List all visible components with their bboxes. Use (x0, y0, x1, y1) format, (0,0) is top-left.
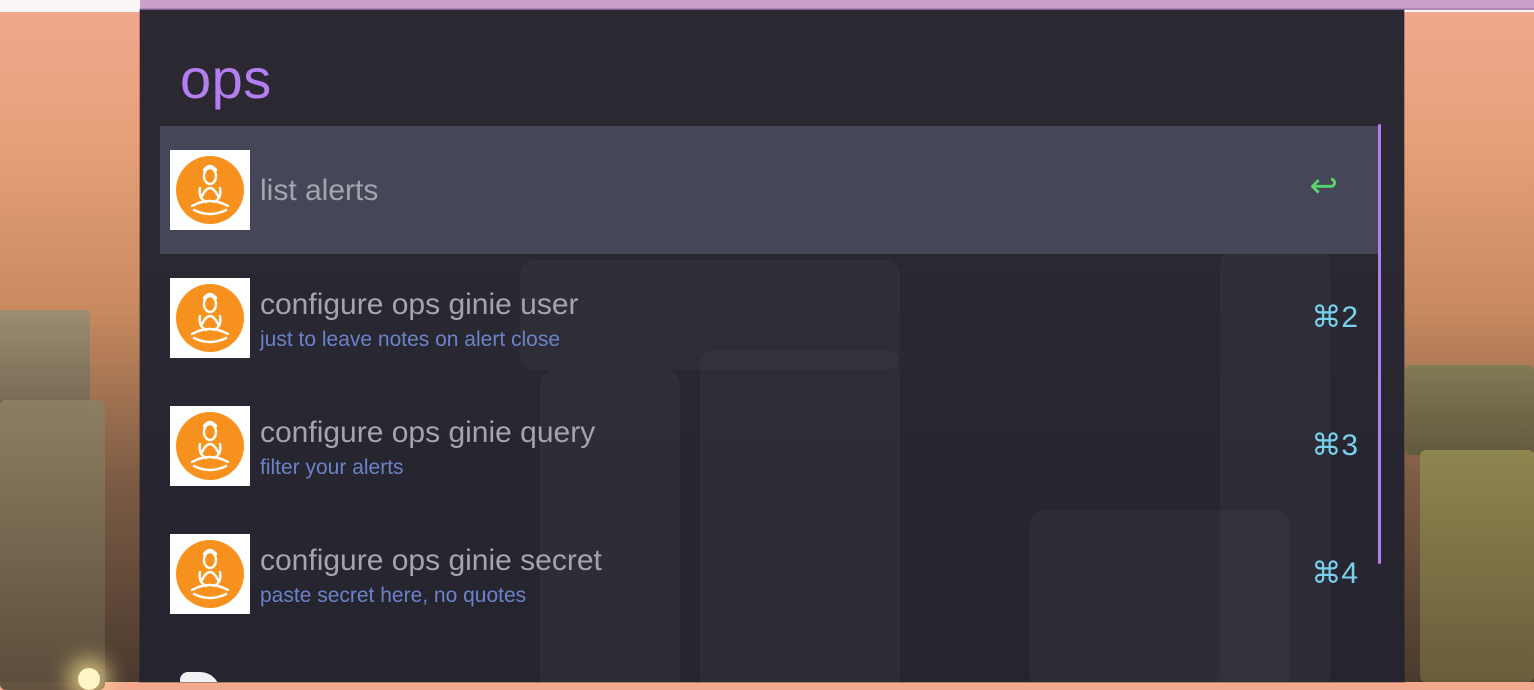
background-sun (78, 668, 100, 690)
shortcut-label: ⌘3 (1311, 429, 1358, 462)
result-row-list-alerts[interactable]: list alerts ↩ (160, 126, 1380, 254)
scrollbar[interactable] (1378, 124, 1381, 564)
results-list: list alerts ↩ configure ops ginie user j… (160, 126, 1380, 638)
result-row-configure-query[interactable]: configure ops ginie query filter your al… (160, 382, 1380, 510)
ops-genie-logo-icon (170, 534, 250, 614)
result-row-configure-secret[interactable]: configure ops ginie secret paste secret … (160, 510, 1380, 638)
launcher-panel: ops list alerts ↩ configure ops ginie us… (140, 10, 1404, 682)
result-subtitle: just to leave notes on alert close (260, 328, 561, 351)
background-stone (0, 400, 105, 690)
result-title: list alerts (260, 174, 379, 207)
result-subtitle: filter your alerts (260, 456, 404, 479)
shortcut-label: ⌘2 (1311, 301, 1358, 334)
result-subtitle: paste secret here, no quotes (260, 584, 527, 607)
result-row-configure-user[interactable]: configure ops ginie user just to leave n… (160, 254, 1380, 382)
ops-genie-logo-icon (170, 278, 250, 358)
result-title: configure ops ginie user (260, 288, 579, 321)
window-edge (140, 0, 1534, 10)
background-stone (1420, 450, 1534, 682)
enter-key-icon: ↩ (1309, 167, 1339, 205)
result-title: configure ops ginie secret (260, 544, 602, 577)
result-title: configure ops ginie query (260, 416, 596, 449)
next-result-icon-peek (180, 672, 220, 682)
background-stone (1405, 365, 1534, 455)
search-query[interactable]: ops (180, 44, 272, 114)
ops-genie-logo-icon (170, 150, 250, 230)
shortcut-label: ⌘4 (1311, 557, 1358, 590)
ops-genie-logo-icon (170, 406, 250, 486)
